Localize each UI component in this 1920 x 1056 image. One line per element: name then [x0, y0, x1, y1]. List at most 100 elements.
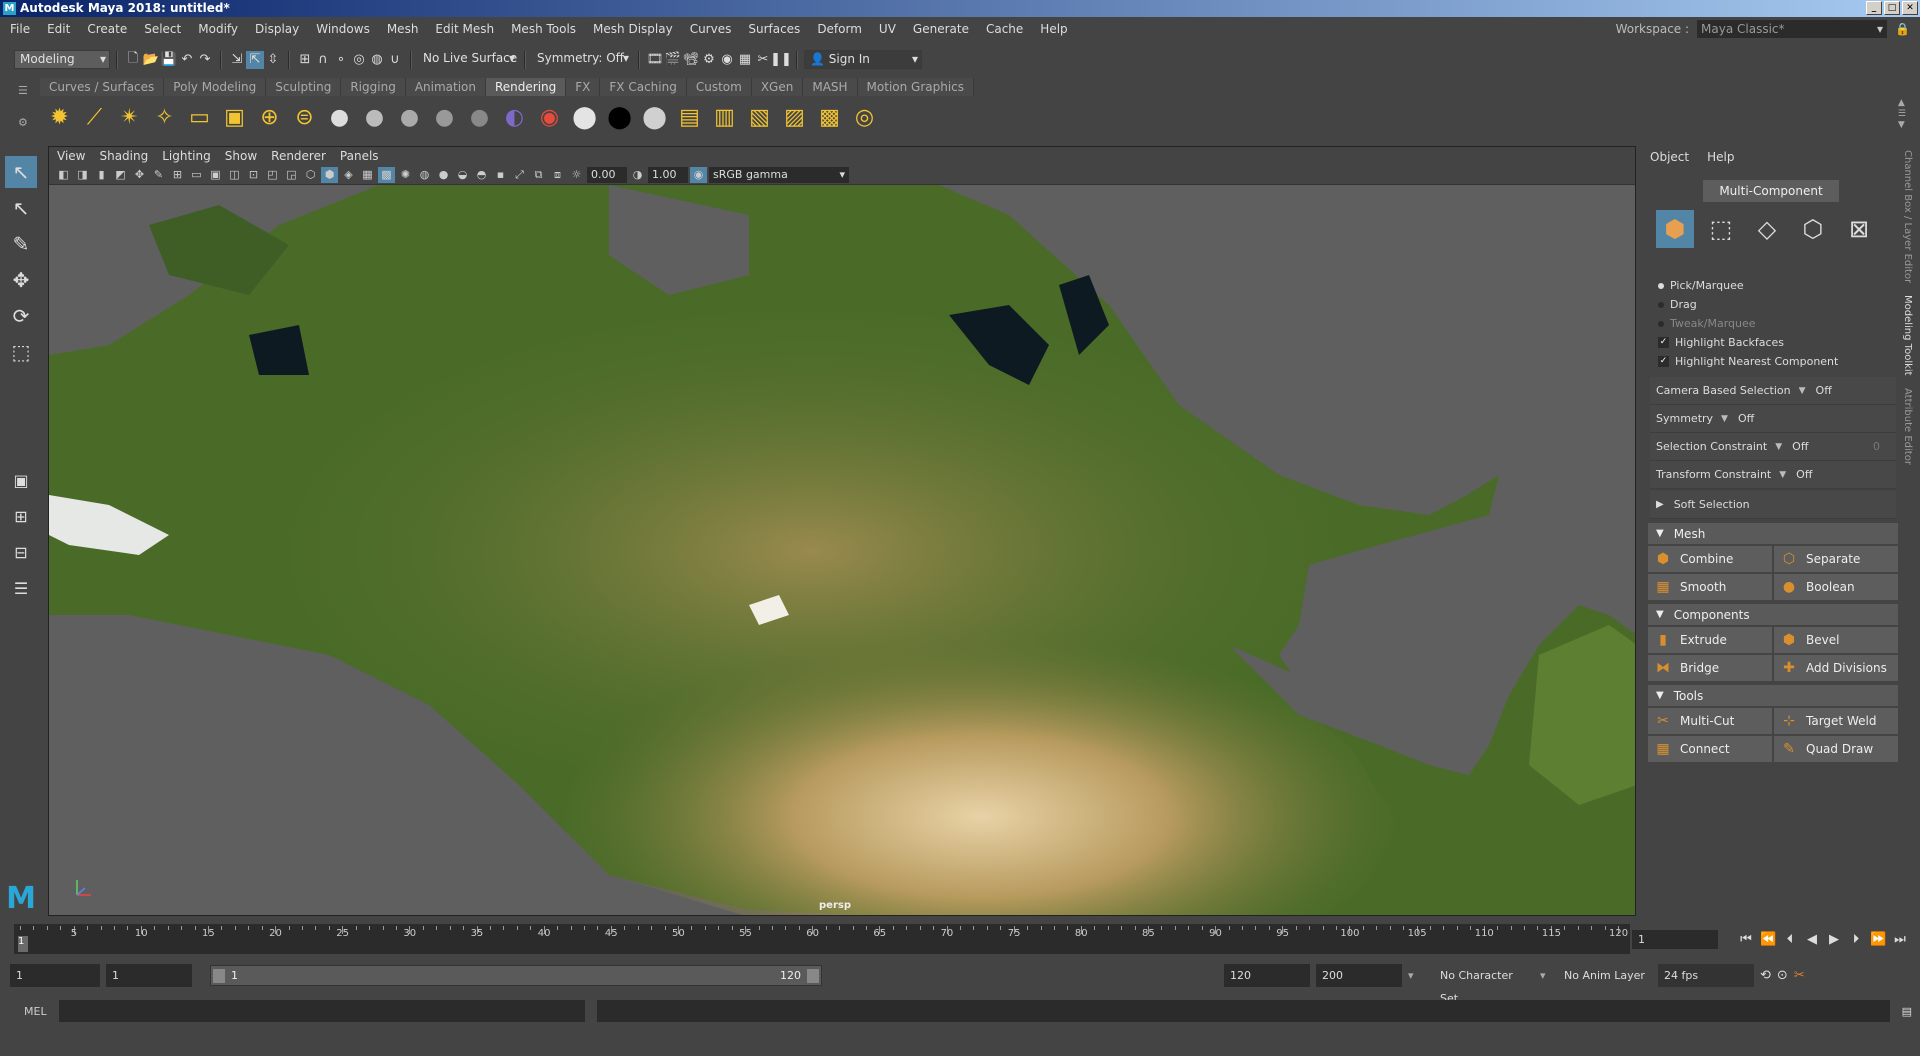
render-setup-icon[interactable]: ▦ — [736, 51, 754, 69]
tab-channel-box[interactable]: Channel Box / Layer Editor — [1902, 150, 1913, 283]
select-tool-icon[interactable]: ↖ — [5, 156, 37, 188]
grid-icon[interactable]: ⊞ — [169, 167, 186, 183]
object-mode-icon[interactable]: ⬢ — [1656, 210, 1694, 248]
symmetry-row[interactable]: Symmetry ▼ Off — [1650, 405, 1896, 433]
menu-modify[interactable]: Modify — [198, 22, 238, 36]
anisotropic-icon[interactable]: ● — [429, 102, 460, 133]
time-slider[interactable]: 1 5 10 15 20 25 30 35 40 45 50 55 60 65 70 75 80 85 90 95 1… — [14, 924, 1630, 954]
range-end-handle[interactable] — [807, 968, 819, 983]
snap-view-icon[interactable]: ◎ — [350, 51, 368, 69]
current-frame-marker[interactable]: 1 — [18, 936, 28, 952]
combine-button[interactable]: ⬢ Combine — [1648, 546, 1772, 572]
shelf-scroll-icon[interactable]: ▲ ☰ ▼ — [1898, 98, 1906, 131]
gate-mask-icon[interactable]: ◫ — [226, 167, 243, 183]
menu-mesh[interactable]: Mesh — [387, 22, 419, 36]
motion-blur-icon[interactable]: ● — [435, 167, 452, 183]
pick-marquee-option[interactable]: Pick/Marquee — [1648, 276, 1898, 295]
edge-mode-icon[interactable]: ◇ — [1748, 210, 1786, 248]
mel-label[interactable]: MEL — [24, 1005, 47, 1018]
scale-tool-icon[interactable]: ⬚ — [5, 336, 37, 368]
menu-windows[interactable]: Windows — [316, 22, 370, 36]
undo-icon[interactable]: ↶ — [178, 51, 196, 69]
black-material-icon[interactable]: ⬤ — [604, 102, 635, 133]
scene-start-field[interactable]: 1 — [10, 963, 100, 987]
save-scene-icon[interactable]: 💾 — [160, 51, 178, 69]
menu-select[interactable]: Select — [144, 22, 181, 36]
menu-edit[interactable]: Edit — [47, 22, 70, 36]
wireframe-icon[interactable]: ⬡ — [302, 167, 319, 183]
shelf-tab-motion-graphics[interactable]: Motion Graphics — [857, 78, 975, 96]
extrude-button[interactable]: ▮ Extrude — [1648, 627, 1772, 653]
exposure-field[interactable]: 0.00 — [587, 166, 627, 183]
xray-joints-icon[interactable]: ⧉ — [530, 167, 547, 183]
color-management-icon[interactable]: ◉ — [690, 166, 707, 183]
snap-point-icon[interactable]: ∘ — [332, 51, 350, 69]
xray-components-icon[interactable]: ⧈ — [549, 167, 566, 183]
directional-light-icon[interactable]: ⟋ — [79, 102, 110, 133]
grease-pencil-icon[interactable]: ✎ — [150, 167, 167, 183]
render-region-icon[interactable]: ▩ — [814, 102, 845, 133]
film-gate-icon[interactable]: ▭ — [188, 167, 205, 183]
maximize-button[interactable]: □ — [1884, 1, 1900, 15]
shelf-tab-fx-caching[interactable]: FX Caching — [600, 78, 687, 96]
pause-viewport-icon[interactable]: ❚❚ — [770, 51, 792, 69]
playback-range-slider[interactable]: 1 120 — [210, 964, 822, 986]
ipr-render-icon[interactable]: 📽 — [682, 51, 700, 69]
menu-mesh-tools[interactable]: Mesh Tools — [511, 22, 576, 36]
bridge-button[interactable]: ⧓ Bridge — [1648, 655, 1772, 681]
ambient-light-icon[interactable]: ✹ — [44, 102, 75, 133]
menu-curves[interactable]: Curves — [690, 22, 732, 36]
anim-end-field[interactable]: 120 — [1224, 963, 1310, 987]
ambient-occlusion-icon[interactable]: ◍ — [416, 167, 433, 183]
anti-aliasing-icon[interactable]: ◒ — [454, 167, 471, 183]
viewport-menu-view[interactable]: View — [57, 149, 85, 163]
menu-generate[interactable]: Generate — [913, 22, 969, 36]
2d-pan-zoom-icon[interactable]: ✥ — [131, 167, 148, 183]
menu-surfaces[interactable]: Surfaces — [748, 22, 800, 36]
phong-icon[interactable]: ● — [394, 102, 425, 133]
light-editor-shelf-icon[interactable]: ⊜ — [289, 102, 320, 133]
paint-select-icon[interactable]: ✎ — [5, 228, 37, 260]
live-surface-field[interactable]: No Live Surface — [418, 50, 518, 69]
anim-layer-icon[interactable]: ▾ — [1540, 969, 1552, 982]
menu-help[interactable]: Help — [1040, 22, 1067, 36]
viewport-menu-show[interactable]: Show — [225, 149, 257, 163]
blinn-icon[interactable]: ● — [359, 102, 390, 133]
auto-key-icon[interactable]: ⊙ — [1777, 968, 1788, 983]
shelf-tab-custom[interactable]: Custom — [686, 78, 752, 96]
shelf-tab-sculpting[interactable]: Sculpting — [266, 78, 342, 96]
texture-icon[interactable]: ▤ — [674, 102, 705, 133]
fps-dropdown[interactable]: 24 fps — [1658, 963, 1754, 987]
tab-modeling-toolkit[interactable]: Modeling Toolkit — [1902, 295, 1913, 376]
view-transform-dropdown[interactable]: sRGB gamma — [709, 166, 849, 183]
light-linking-icon[interactable]: ⊕ — [254, 102, 285, 133]
select-hierarchy-icon[interactable]: ⇲ — [228, 51, 246, 69]
persp-graph-layout-icon[interactable]: ⊟ — [5, 536, 37, 568]
boolean-button[interactable]: ● Boolean — [1774, 574, 1898, 600]
menu-mesh-display[interactable]: Mesh Display — [593, 22, 673, 36]
batch-render-icon[interactable]: ▧ — [744, 102, 775, 133]
anim-start-field[interactable]: 1 — [106, 963, 192, 987]
viewport-menu-lighting[interactable]: Lighting — [162, 149, 211, 163]
shelf-tab-xgen[interactable]: XGen — [751, 78, 804, 96]
menu-display[interactable]: Display — [255, 22, 299, 36]
range-start-handle[interactable] — [213, 968, 225, 983]
symmetry-field[interactable]: Symmetry: Off — [532, 50, 632, 69]
lambert-icon[interactable]: ● — [324, 102, 355, 133]
anim-layer-dropdown[interactable]: No Anim Layer — [1558, 963, 1652, 987]
bevel-button[interactable]: ⬢ Bevel — [1774, 627, 1898, 653]
separate-button[interactable]: ⬡ Separate — [1774, 546, 1898, 572]
viewport-menu-shading[interactable]: Shading — [99, 149, 148, 163]
animation-prefs-icon[interactable]: ✂ — [1794, 968, 1805, 983]
four-view-layout-icon[interactable]: ⊞ — [5, 500, 37, 532]
minimize-button[interactable]: _ — [1866, 1, 1882, 15]
face-mode-icon[interactable]: ⬡ — [1794, 210, 1832, 248]
snap-surface-icon[interactable]: ◍ — [368, 51, 386, 69]
camera-based-selection-row[interactable]: Camera Based Selection ▼ Off — [1650, 377, 1896, 405]
exposure-icon[interactable]: ☼ — [568, 167, 585, 183]
isolate-select-icon[interactable]: ▪ — [492, 167, 509, 183]
menu-cache[interactable]: Cache — [986, 22, 1023, 36]
ramp-shader-icon[interactable]: ◐ — [499, 102, 530, 133]
menu-uv[interactable]: UV — [879, 22, 896, 36]
surface-shader-icon[interactable]: ● — [464, 102, 495, 133]
